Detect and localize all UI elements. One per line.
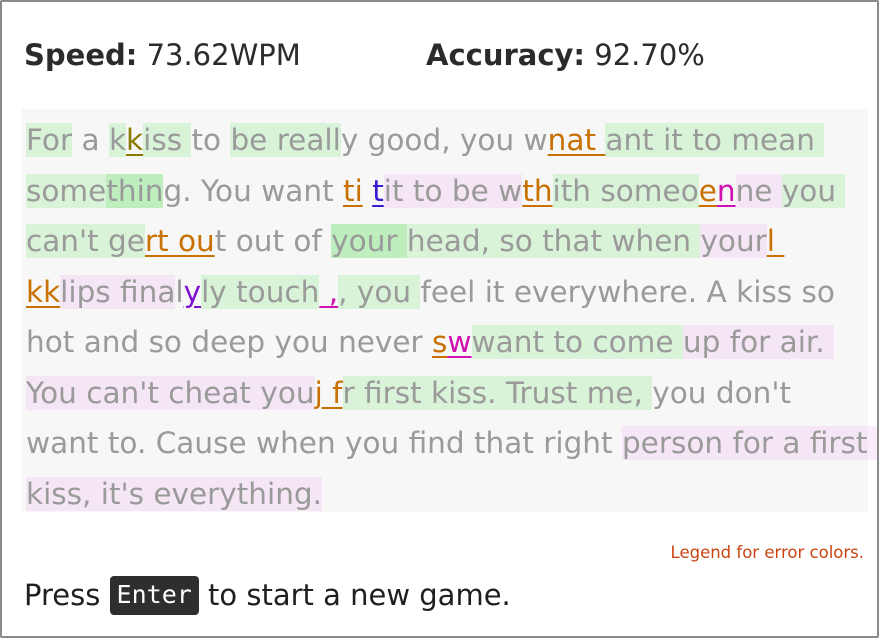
- passage-segment: [363, 174, 372, 208]
- typing-error-segment: ti: [343, 173, 363, 208]
- passage-segment: lips fina: [60, 274, 176, 309]
- passage-segment: ith someo: [552, 173, 699, 208]
- typing-result-panel: Speed: 73.62WPM Accuracy: 92.70% For a k…: [0, 0, 879, 638]
- passage-segment: mean: [731, 123, 825, 157]
- passage-segment: For: [26, 123, 73, 157]
- passage-segment: feel it everywhere. A: [420, 274, 737, 309]
- typing-error-segment: rt ou: [144, 224, 215, 258]
- passage-segment: ly touch: [201, 274, 320, 309]
- speed-label: Speed:: [24, 38, 138, 72]
- passage-segment: some: [26, 173, 107, 208]
- passage-segment: thin: [106, 173, 164, 208]
- passage-segment: to: [191, 123, 231, 157]
- passage-segment: ant it to: [605, 123, 732, 157]
- passage-segment: a: [72, 123, 109, 157]
- typing-error-segment: t: [372, 173, 384, 208]
- passage-segment: be: [230, 123, 277, 157]
- error-color-legend-link[interactable]: Legend for error colors.: [671, 543, 864, 562]
- passage-segment: r first kiss. Trust me,: [342, 375, 653, 410]
- speed-value: 73.62WPM: [146, 38, 301, 72]
- passage-segment: iss: [143, 123, 192, 157]
- passage-segment: want to come: [471, 325, 683, 359]
- passage-segment: , you: [338, 274, 421, 309]
- typed-passage: For a kkiss to be really good, you wnat …: [26, 115, 877, 519]
- prompt-after: to start a new game.: [208, 578, 511, 612]
- typing-error-segment: k: [126, 123, 144, 157]
- passage-segment: k: [108, 123, 127, 157]
- typing-error-segment: th: [522, 173, 553, 208]
- accuracy-value: 92.70%: [594, 38, 705, 72]
- typing-error-segment: e: [698, 173, 717, 208]
- passage-segment: reall: [276, 123, 341, 157]
- typing-error-segment: s: [432, 325, 448, 359]
- passage-segment: g. You want: [163, 173, 344, 208]
- passage-segment: l: [175, 274, 184, 309]
- typing-error-segment: nat: [547, 123, 606, 157]
- enter-key: Enter: [109, 576, 199, 615]
- passage-segment: ne: [735, 173, 782, 208]
- typing-error-segment: w: [447, 325, 472, 359]
- typed-passage-box: For a kkiss to be really good, you wnat …: [22, 109, 877, 512]
- restart-prompt: Press Enter to start a new game.: [24, 576, 511, 615]
- typing-error-segment: y: [183, 274, 202, 309]
- passage-segment: y good, you w: [340, 123, 548, 157]
- accuracy-label: Accuracy:: [426, 38, 586, 72]
- accuracy-stat: Accuracy: 92.70%: [426, 38, 705, 72]
- passage-segment: t out of: [214, 224, 332, 258]
- passage-segment: head, so that when: [406, 224, 701, 258]
- passage-segment: your: [331, 224, 407, 258]
- typing-error-segment: j f: [314, 375, 343, 410]
- passage-segment: it to be w: [383, 173, 523, 208]
- prompt-before: Press: [24, 578, 101, 612]
- typing-error-segment: ,: [319, 274, 339, 309]
- typing-error-segment: n: [716, 173, 736, 208]
- speed-stat: Speed: 73.62WPM: [24, 38, 301, 72]
- passage-segment: your: [700, 224, 767, 258]
